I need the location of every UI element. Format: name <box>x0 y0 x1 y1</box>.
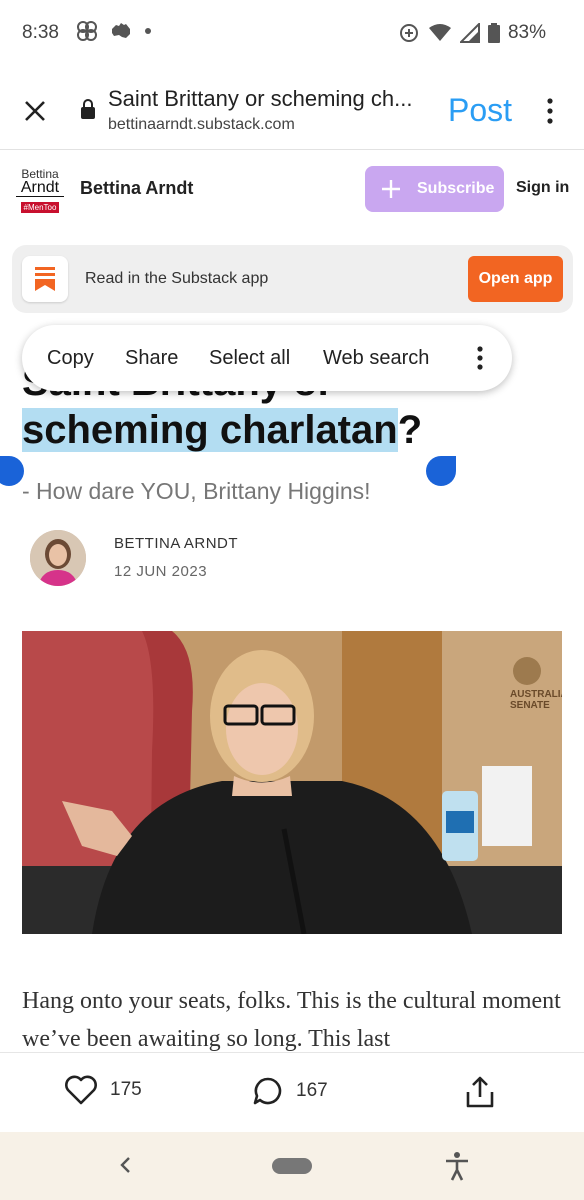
logo-line2: Arndt <box>16 180 64 197</box>
share-icon[interactable] <box>464 1075 496 1109</box>
post-action-bar: 175 167 <box>0 1052 584 1132</box>
comment-button[interactable]: 167 <box>252 1075 328 1107</box>
substack-app-icon <box>22 256 68 302</box>
article-hero-image[interactable]: AUSTRALIA SENATE <box>22 631 562 934</box>
status-notification-icons <box>76 20 152 42</box>
open-app-button[interactable]: Open app <box>468 256 563 302</box>
url-domain[interactable]: bettinaarndt.substack.com <box>108 116 295 134</box>
author-avatar[interactable] <box>30 530 86 586</box>
text-selection-menu: Copy Share Select all Web search <box>22 325 512 391</box>
article-body: Hang onto your seats, folks. This is the… <box>22 988 561 1052</box>
menu-more-icon[interactable] <box>472 345 488 371</box>
like-count: 175 <box>110 1079 142 1100</box>
wifi-icon <box>428 24 451 41</box>
menu-item-share[interactable]: Share <box>125 347 178 370</box>
close-icon[interactable] <box>20 96 50 126</box>
battery-icon <box>487 23 500 43</box>
selection-handle-end[interactable] <box>426 456 456 486</box>
dot-icon <box>145 28 151 34</box>
publication-logo[interactable]: Bettina Arndt #MenToo <box>16 168 64 213</box>
browser-toolbar: Saint Brittany or scheming ch... bettina… <box>0 72 584 150</box>
article-title-line2: scheming charlatan? <box>22 404 422 456</box>
selected-text[interactable]: scheming charlatan <box>22 408 398 452</box>
signal-icon <box>459 23 480 43</box>
australia-map-icon <box>112 23 130 38</box>
lock-icon <box>81 99 95 119</box>
author-name[interactable]: BETTINA ARNDT <box>114 535 238 552</box>
logo-tag: #MenToo <box>20 202 60 213</box>
accessibility-icon[interactable] <box>444 1151 470 1181</box>
menu-item-copy[interactable]: Copy <box>47 347 94 370</box>
senate-photo <box>22 631 562 934</box>
post-date: 12 JUN 2023 <box>114 563 208 580</box>
comment-count: 167 <box>296 1080 328 1101</box>
subscribe-button[interactable]: Subscribe <box>365 166 504 212</box>
substack-logo-icon <box>35 267 55 291</box>
app-banner-text: Read in the Substack app <box>85 270 269 287</box>
post-button[interactable]: Post <box>448 92 512 129</box>
plus-icon <box>382 180 400 198</box>
selection-handle-start[interactable] <box>0 456 24 486</box>
more-options-icon[interactable] <box>540 96 560 126</box>
page-title[interactable]: Saint Brittany or scheming ch... <box>108 86 428 112</box>
heart-icon <box>65 1075 97 1105</box>
publication-header: Bettina Arndt #MenToo Bettina Arndt Subs… <box>0 150 584 228</box>
battery-percent: 83% <box>507 22 546 43</box>
like-button[interactable]: 175 <box>64 1075 142 1105</box>
system-navigation-bar <box>0 1132 584 1200</box>
publication-name[interactable]: Bettina Arndt <box>80 178 193 199</box>
back-chevron-icon[interactable] <box>116 1154 136 1176</box>
senate-crest-text: AUSTRALIA SENATE <box>510 689 562 711</box>
status-time: 8:38 <box>22 22 59 43</box>
author-photo <box>30 530 86 586</box>
home-pill[interactable] <box>272 1158 312 1174</box>
menu-item-web-search[interactable]: Web search <box>323 347 429 370</box>
app-banner: Read in the Substack app Open app <box>12 245 573 313</box>
article-subtitle: - How dare YOU, Brittany Higgins! <box>22 478 371 504</box>
comment-icon <box>253 1077 282 1105</box>
status-bar: 8:38 83% <box>0 0 584 70</box>
data-saver-icon <box>399 24 418 42</box>
subscribe-label: Subscribe <box>417 180 495 197</box>
menu-item-select-all[interactable]: Select all <box>209 347 290 370</box>
title-suffix: ? <box>397 408 423 452</box>
status-right-group: 83% <box>398 22 546 44</box>
pinwheel-icon <box>77 21 97 41</box>
sign-in-button[interactable]: Sign in <box>516 179 569 197</box>
